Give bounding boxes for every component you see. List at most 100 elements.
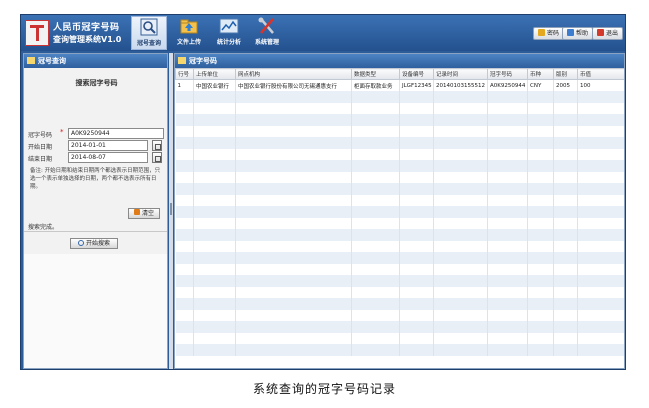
- table-row[interactable]: [175, 332, 624, 344]
- app-window: 人民币冠字号码 查询管理系统V1.0 冠号查询 文件上传 统计分析 系统管理 密…: [20, 14, 626, 370]
- start-search-button[interactable]: 开始搜索: [70, 238, 118, 249]
- table-cell: [351, 344, 400, 356]
- table-cell: [193, 252, 236, 264]
- table-cell: [235, 309, 352, 321]
- table-cell: [175, 171, 194, 183]
- table-cell: [527, 114, 554, 126]
- table-cell: [235, 332, 352, 344]
- column-header[interactable]: 设备编号: [399, 68, 434, 80]
- table-row[interactable]: [175, 137, 624, 149]
- table-cell: [351, 286, 400, 298]
- table-cell: [553, 206, 578, 218]
- table-cell: [351, 321, 400, 333]
- table-row[interactable]: [175, 102, 624, 114]
- table-row[interactable]: [175, 194, 624, 206]
- table-row[interactable]: [175, 183, 624, 195]
- table-cell: [577, 102, 624, 114]
- table-row[interactable]: [175, 206, 624, 218]
- table-cell: 中国农业银行: [193, 79, 236, 91]
- table-cell: [193, 321, 236, 333]
- table-cell: [527, 229, 554, 241]
- table-row[interactable]: [175, 171, 624, 183]
- start-search-label: 开始搜索: [85, 240, 110, 247]
- exit-icon: [597, 29, 604, 36]
- table-row[interactable]: [175, 344, 624, 356]
- table-row[interactable]: [175, 229, 624, 241]
- table-cell: [399, 183, 434, 195]
- divider: [24, 231, 167, 232]
- table-row[interactable]: [175, 91, 624, 103]
- table-row[interactable]: [175, 217, 624, 229]
- table-row[interactable]: [175, 298, 624, 310]
- nav-upload-button[interactable]: 文件上传: [171, 16, 207, 50]
- table-cell: [351, 240, 400, 252]
- column-header[interactable]: 币种: [527, 68, 554, 80]
- table-cell: [527, 252, 554, 264]
- table-row[interactable]: [175, 148, 624, 160]
- table-cell: [527, 102, 554, 114]
- table-row[interactable]: [175, 240, 624, 252]
- table-cell: [235, 344, 352, 356]
- folder-upload-icon: [180, 19, 198, 34]
- table-cell: [527, 275, 554, 287]
- exit-button[interactable]: 退出: [592, 27, 624, 40]
- table-row[interactable]: [175, 252, 624, 264]
- table-cell: [175, 275, 194, 287]
- column-header[interactable]: 币值: [577, 68, 624, 80]
- column-header[interactable]: 冠字号码: [487, 68, 528, 80]
- table-row[interactable]: [175, 321, 624, 333]
- table-cell: [487, 148, 528, 160]
- table-cell: [577, 298, 624, 310]
- table-row[interactable]: [175, 263, 624, 275]
- table-cell: [553, 275, 578, 287]
- table-row[interactable]: [175, 275, 624, 287]
- table-row[interactable]: 1 中国农业银行 中国农业银行股份有限公司无锡通惠支行 柜面存取款业务 JLGF1234…: [175, 79, 624, 91]
- start-date-input[interactable]: [68, 140, 148, 151]
- table-row[interactable]: [175, 114, 624, 126]
- table-cell: [399, 206, 434, 218]
- help-button[interactable]: 帮助: [562, 27, 594, 40]
- table-cell: [175, 148, 194, 160]
- column-header[interactable]: 行号: [175, 68, 194, 80]
- table-cell: 2005: [553, 79, 578, 91]
- column-header[interactable]: 上传单位: [193, 68, 236, 80]
- column-header[interactable]: 版别: [553, 68, 578, 80]
- start-calendar-icon[interactable]: [152, 140, 162, 151]
- column-header[interactable]: 记录时间: [433, 68, 488, 80]
- table-cell: [399, 275, 434, 287]
- table-row[interactable]: [175, 286, 624, 298]
- table-cell: [193, 332, 236, 344]
- table-cell: [351, 217, 400, 229]
- table-cell: [487, 252, 528, 264]
- nav-search-button[interactable]: 冠号查询: [131, 16, 167, 50]
- end-calendar-icon[interactable]: [152, 152, 162, 163]
- table-cell: [553, 309, 578, 321]
- clear-button[interactable]: 清空: [128, 208, 160, 219]
- table-cell: [527, 217, 554, 229]
- help-icon: [567, 29, 574, 36]
- column-header[interactable]: 数据类型: [351, 68, 400, 80]
- eraser-icon: [133, 209, 140, 215]
- table-cell: [193, 114, 236, 126]
- table-cell: [577, 125, 624, 137]
- table-cell: [487, 321, 528, 333]
- panel-splitter[interactable]: [169, 53, 173, 369]
- table-row[interactable]: [175, 160, 624, 172]
- table-cell: [193, 125, 236, 137]
- nav-stats-label: 统计分析: [216, 39, 241, 46]
- table-cell: 100: [577, 79, 624, 91]
- table-cell: [527, 148, 554, 160]
- table-row[interactable]: [175, 125, 624, 137]
- column-header[interactable]: 网点机构: [235, 68, 352, 80]
- nav-system-label: 系统管理: [254, 39, 279, 46]
- table-cell: [433, 183, 488, 195]
- password-button[interactable]: 密码: [533, 27, 565, 40]
- figure-caption: 系统查询的冠字号码记录: [252, 382, 396, 396]
- nav-stats-button[interactable]: 统计分析: [211, 16, 247, 50]
- table-cell: [527, 298, 554, 310]
- table-row[interactable]: [175, 309, 624, 321]
- end-date-input[interactable]: [68, 152, 148, 163]
- serial-number-input[interactable]: [68, 128, 164, 139]
- nav-system-button[interactable]: 系统管理: [249, 16, 285, 50]
- table-cell: [235, 217, 352, 229]
